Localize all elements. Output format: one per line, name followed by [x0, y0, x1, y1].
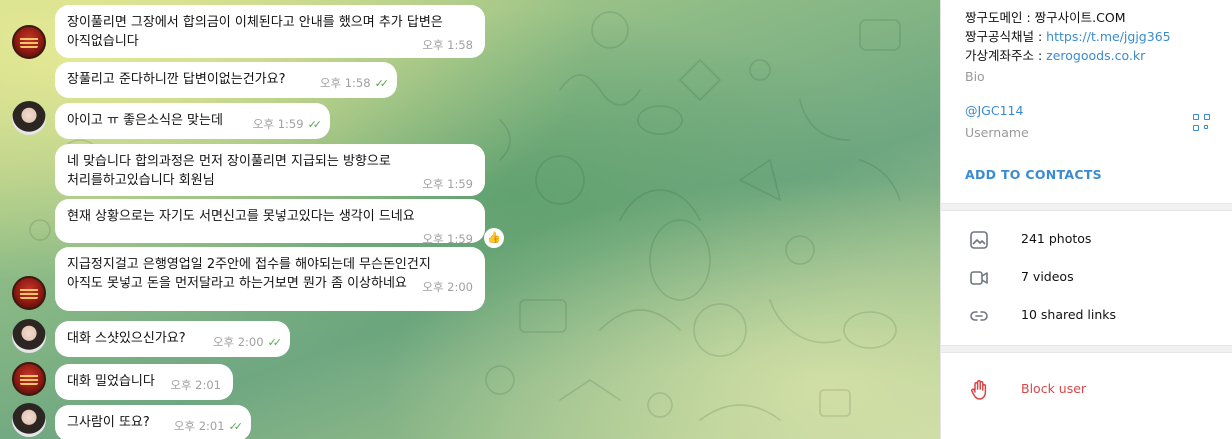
message-meta: 오후 2:00 ✓✓ [212, 335, 283, 350]
bio-domain-label: 짱구도메인 : [965, 10, 1035, 25]
message-time: 오후 1:59 [422, 232, 473, 246]
section-divider [941, 203, 1232, 211]
message-time: 오후 2:01 [173, 419, 225, 433]
username-caption: Username [965, 125, 1029, 140]
message-text: 그사람이 또요? [67, 415, 150, 430]
message-meta: 오후 1:59 ✓✓ [252, 117, 323, 132]
bio-domain-value: 짱구사이트.COM [1034, 10, 1126, 25]
user-avatar[interactable] [12, 319, 46, 353]
shared-photos-row[interactable]: 241 photos [941, 221, 1232, 259]
message-text: 네 맞습니다 합의과정은 먼저 장이풀리면 지급되는 방향으로 처리를하고있습니… [67, 154, 391, 188]
message-meta: 오후 2:01 ✓✓ [173, 419, 244, 434]
user-avatar[interactable] [12, 403, 46, 437]
bio-account-label: 가상계좌주소 : [965, 48, 1047, 63]
message-bubble[interactable]: 아이고 ㅠ 좋은소식은 맞는데 오후 1:59 ✓✓ [55, 103, 330, 139]
read-checkmarks-icon: ✓✓ [307, 118, 323, 131]
videos-count: 7 videos [1021, 269, 1074, 284]
section-divider [941, 345, 1232, 353]
message-time: 오후 2:00 [422, 280, 473, 294]
message-text: 지급정지걸고 은행영업일 2주안에 접수를 해야되는데 무슨돈인건지 아직도 못… [67, 257, 431, 291]
chat-area[interactable]: 장이풀리면 그장에서 합의금이 이체된다고 안내를 했으며 추가 답변은 아직없… [0, 0, 940, 439]
bio-channel-link[interactable]: https://t.me/jgjg365 [1046, 29, 1170, 44]
bio-channel-line: 짱구공식채널 : https://t.me/jgjg365 [965, 28, 1171, 46]
username-link[interactable]: @JGC114 [965, 103, 1023, 118]
sender-avatar-logo[interactable] [12, 276, 46, 310]
sender-avatar-logo[interactable] [12, 25, 46, 59]
block-user-button[interactable]: Block user [941, 370, 1232, 410]
message-bubble[interactable]: 현재 상황으로는 자기도 서면신고를 못넣고있다는 생각이 드네요 오후 1:5… [55, 199, 485, 246]
message-text: 장이풀리면 그장에서 합의금이 이체된다고 안내를 했으며 추가 답변은 아직없… [67, 15, 443, 49]
message-bubble[interactable]: 그사람이 또요? 오후 2:01 ✓✓ [55, 405, 251, 439]
qr-code-icon[interactable] [1193, 114, 1211, 132]
shared-videos-row[interactable]: 7 videos [941, 259, 1232, 297]
message-time: 오후 2:00 [212, 335, 264, 349]
video-icon [970, 271, 988, 285]
hand-stop-icon [971, 380, 987, 400]
thumbs-up-reaction-icon[interactable]: 👍 [484, 228, 504, 248]
sender-avatar-logo[interactable] [12, 362, 46, 396]
message-time: 오후 1:59 [422, 177, 473, 191]
photo-icon [970, 231, 988, 249]
read-checkmarks-icon: ✓✓ [267, 336, 283, 349]
message-bubble[interactable]: 네 맞습니다 합의과정은 먼저 장이풀리면 지급되는 방향으로 처리를하고있습니… [55, 144, 485, 196]
message-time: 오후 1:58 [422, 38, 473, 52]
message-bubble[interactable]: 대화 밀었습니다 오후 2:01 [55, 364, 233, 400]
message-time: 오후 1:58 [319, 76, 371, 90]
message-bubble[interactable]: 지급정지걸고 은행영업일 2주안에 접수를 해야되는데 무슨돈인건지 아직도 못… [55, 247, 485, 311]
shared-links-row[interactable]: 10 shared links [941, 297, 1232, 335]
block-user-label: Block user [1021, 381, 1087, 396]
message-bubble[interactable]: 장이풀리면 그장에서 합의금이 이체된다고 안내를 했으며 추가 답변은 아직없… [55, 5, 485, 58]
message-text: 현재 상황으로는 자기도 서면신고를 못넣고있다는 생각이 드네요 [67, 209, 415, 224]
bio-account-link[interactable]: zerogoods.co.kr [1046, 48, 1145, 63]
bio-channel-label: 짱구공식채널 : [965, 29, 1047, 44]
message-text: 대화 스샷있으신가요? [67, 331, 186, 346]
add-to-contacts-button[interactable]: ADD TO CONTACTS [965, 167, 1102, 182]
links-count: 10 shared links [1021, 307, 1117, 322]
bio-account-line: 가상계좌주소 : zerogoods.co.kr [965, 47, 1145, 65]
bio-caption: Bio [965, 69, 985, 84]
photos-count: 241 photos [1021, 231, 1092, 246]
user-info-panel: 짱구도메인 : 짱구사이트.COM 짱구공식채널 : https://t.me/… [940, 0, 1232, 439]
message-text: 장풀리고 준다하니깐 답변이없는건가요? [67, 72, 286, 87]
message-time: 오후 2:01 [170, 378, 221, 392]
read-checkmarks-icon: ✓✓ [374, 77, 390, 90]
message-bubble[interactable]: 대화 스샷있으신가요? 오후 2:00 ✓✓ [55, 321, 290, 357]
message-meta: 오후 1:58 ✓✓ [319, 76, 390, 91]
link-icon [970, 311, 988, 321]
user-avatar[interactable] [12, 101, 46, 135]
message-time: 오후 1:59 [252, 117, 304, 131]
read-checkmarks-icon: ✓✓ [228, 420, 244, 433]
message-bubble[interactable]: 장풀리고 준다하니깐 답변이없는건가요? 오후 1:58 ✓✓ [55, 62, 397, 98]
message-text: 대화 밀었습니다 [67, 374, 155, 389]
message-text: 아이고 ㅠ 좋은소식은 맞는데 [67, 113, 223, 128]
bio-domain-line: 짱구도메인 : 짱구사이트.COM [965, 9, 1126, 27]
